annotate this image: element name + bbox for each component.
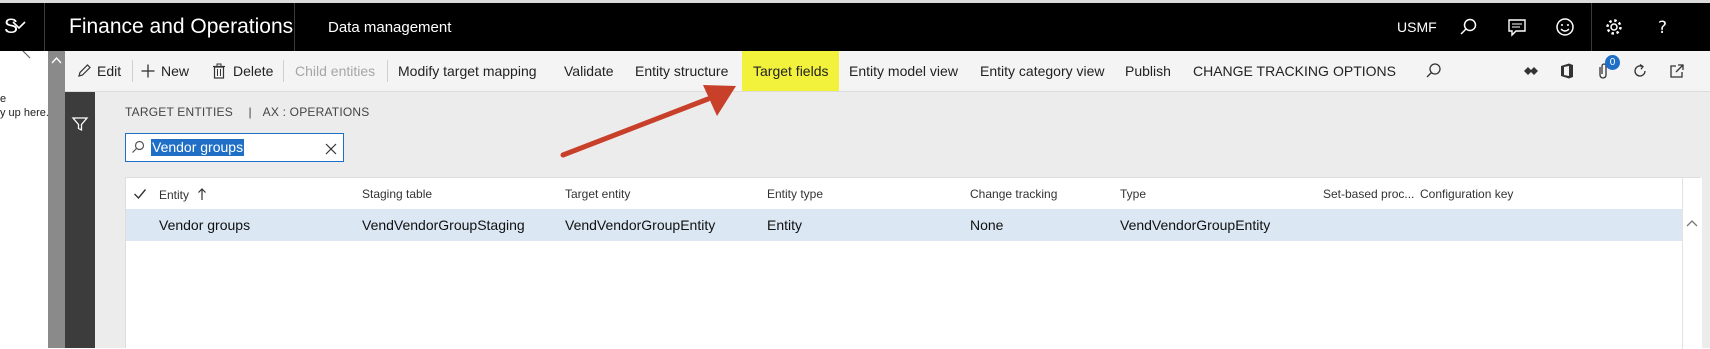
entities-grid: Entity Staging table Target entity Entit… <box>125 177 1702 349</box>
column-header-type[interactable]: Type <box>1120 187 1146 201</box>
search-input-value[interactable]: Vendor groups <box>151 139 245 156</box>
table-row[interactable]: Vendor groups VendVendorGroupStaging Ven… <box>126 209 1682 241</box>
action-pane: Edit New Delete Child entities Modify ta… <box>65 51 1710 92</box>
child-entities-button[interactable]: Child entities <box>295 51 375 91</box>
search-icon <box>131 140 145 154</box>
change-tracking-tab[interactable]: CHANGE TRACKING <box>1193 51 1329 91</box>
cell-change-tracking[interactable]: None <box>970 217 1003 233</box>
grid-scrollbar[interactable] <box>1682 178 1702 349</box>
chevron-down-icon[interactable] <box>10 19 28 33</box>
column-header-change-tracking[interactable]: Change tracking <box>970 187 1057 201</box>
options-tab[interactable]: OPTIONS <box>1333 51 1396 91</box>
delete-label: Delete <box>233 63 274 79</box>
action-search-icon[interactable] <box>1425 51 1443 91</box>
refresh-icon[interactable] <box>1631 51 1649 91</box>
workspace-text-line2: y up here. <box>0 107 48 119</box>
workspace-text-line1: e <box>0 93 7 105</box>
cell-entity-type[interactable]: Entity <box>767 217 802 233</box>
entity-structure-button[interactable]: Entity structure <box>635 51 728 91</box>
modify-target-mapping-button[interactable]: Modify target mapping <box>398 51 537 91</box>
delete-button[interactable]: Delete <box>211 51 273 91</box>
sort-ascending-icon[interactable] <box>197 187 207 204</box>
message-icon[interactable] <box>1507 17 1527 37</box>
column-header-target-entity[interactable]: Target entity <box>565 187 630 201</box>
app-title[interactable]: Finance and Operations <box>69 3 293 51</box>
breadcrumb-separator: | <box>248 105 252 119</box>
new-label: New <box>161 63 190 79</box>
edit-label: Edit <box>97 63 122 79</box>
back-arrow-icon[interactable] <box>18 51 34 61</box>
page-scrollbar[interactable] <box>48 51 65 348</box>
publish-button[interactable]: Publish <box>1125 51 1171 91</box>
clear-icon[interactable] <box>325 142 337 155</box>
entity-model-view-button[interactable]: Entity model view <box>849 51 958 91</box>
column-header-staging-table[interactable]: Staging table <box>362 187 432 201</box>
entity-category-view-button[interactable]: Entity category view <box>980 51 1105 91</box>
breadcrumb: TARGET ENTITIES | AX : OPERATIONS <box>125 105 369 119</box>
top-navigation-bar: S Finance and Operations Data management… <box>0 0 1710 51</box>
filter-icon[interactable] <box>71 115 89 133</box>
breadcrumb-target-entities: TARGET ENTITIES <box>125 105 233 119</box>
cell-entity[interactable]: Vendor groups <box>159 217 250 233</box>
cell-staging-table[interactable]: VendVendorGroupStaging <box>362 217 525 233</box>
trash-icon <box>211 63 227 79</box>
module-title[interactable]: Data management <box>328 3 451 51</box>
new-button[interactable]: New <box>140 51 189 91</box>
target-fields-button[interactable]: Target fields <box>742 51 840 91</box>
help-icon[interactable]: ? <box>1652 17 1672 38</box>
filter-pane-toggle[interactable] <box>65 92 95 348</box>
cell-type[interactable]: VendVendorGroupEntity <box>1120 217 1270 233</box>
plus-icon <box>140 63 156 79</box>
column-header-entity[interactable]: Entity <box>159 187 207 204</box>
breadcrumb-ax-operations: AX : OPERATIONS <box>262 105 370 119</box>
svg-text:?: ? <box>1658 18 1667 37</box>
column-header-configuration-key[interactable]: Configuration key <box>1420 187 1513 201</box>
column-header-set-based-processing[interactable]: Set-based proc... <box>1323 187 1414 201</box>
navigation-pane-remnant: e y up here. <box>0 51 48 348</box>
open-new-window-icon[interactable] <box>1668 51 1686 91</box>
column-header-entity-label: Entity <box>159 188 190 202</box>
grid-header: Entity Staging table Target entity Entit… <box>126 178 1682 210</box>
attachment-count-badge: 0 <box>1605 55 1620 70</box>
smiley-icon[interactable] <box>1555 17 1575 37</box>
cell-target-entity[interactable]: VendVendorGroupEntity <box>565 217 715 233</box>
company-picker[interactable]: USMF <box>1397 3 1437 51</box>
content-area: TARGET ENTITIES | AX : OPERATIONS Vendor… <box>95 92 1710 349</box>
edit-button[interactable]: Edit <box>76 51 121 91</box>
diamond-icon[interactable] <box>1522 51 1540 91</box>
select-all-checkmark-icon[interactable] <box>133 187 147 201</box>
column-header-entity-type[interactable]: Entity type <box>767 187 823 201</box>
gear-icon[interactable] <box>1604 17 1624 37</box>
search-icon[interactable] <box>1459 17 1479 37</box>
filter-search-field[interactable]: Vendor groups <box>125 133 344 162</box>
validate-button[interactable]: Validate <box>564 51 614 91</box>
office-icon[interactable] <box>1559 51 1575 91</box>
scroll-up-icon[interactable] <box>1685 216 1699 228</box>
pencil-icon <box>76 63 92 79</box>
